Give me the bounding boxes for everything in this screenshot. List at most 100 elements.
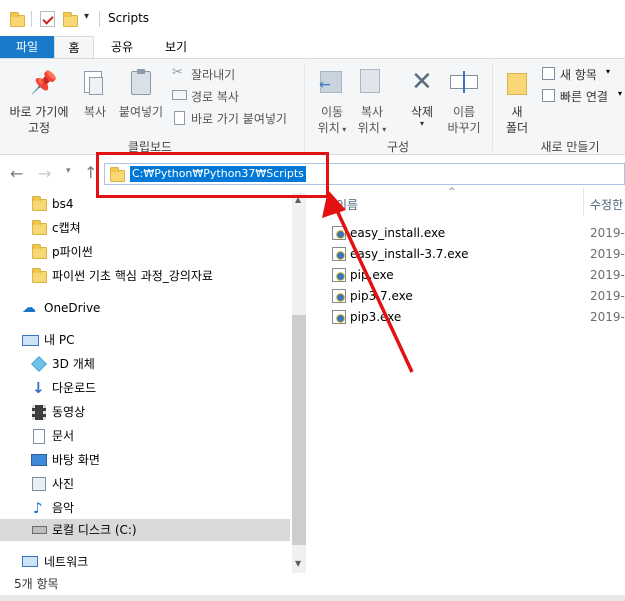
pin-label-line1: 바로 가기에 [9,105,69,119]
cut-button[interactable]: ✂ 잘라내기 [172,65,292,83]
annotation-arrow-head [322,190,346,218]
nav-downloads[interactable]: ↓ 다운로드 [0,377,290,399]
tab-view[interactable]: 보기 [156,36,196,58]
nav-videos[interactable]: 동영상 [0,401,290,423]
paste-shortcut-button[interactable]: 바로 가기 붙여넣기 [172,109,297,127]
column-header-modified[interactable]: 수정한 [590,196,623,213]
new-folder-label-2: 폴더 [505,121,529,135]
nav-pictures[interactable]: 사진 [0,473,290,495]
nav-quick-folder[interactable]: p파이썬 [0,241,290,263]
divider [31,11,32,27]
nav-quick-folder[interactable]: 파이썬 기초 핵심 과정_강의자료 [0,265,290,287]
move-icon: ← [319,71,342,93]
annotation-arrow [322,190,414,373]
divider [99,11,100,27]
easy-access-label: 빠른 연결 [560,90,608,104]
nav-music[interactable]: ♪ 음악 [0,497,290,519]
scroll-down-icon[interactable]: ▼ [295,559,301,568]
copy-button[interactable]: 복사 [78,61,112,137]
status-bar: 5개 항목 [0,573,625,595]
new-item-label: 새 항목 [560,68,597,82]
forward-arrow-icon[interactable]: → [38,164,51,183]
new-folder-button[interactable]: 새 폴더 [500,61,534,137]
column-divider[interactable] [583,188,584,216]
nav-quick-folder[interactable]: c캡쳐 [0,217,290,239]
delete-x-icon: ✕ [411,67,433,97]
delete-dropdown-icon[interactable]: ▾ [402,119,442,128]
recent-locations-chevron-icon[interactable]: ▾ [66,166,71,176]
explorer-window: ▾ Scripts 파일 홈 공유 보기 📌 바로 가기에 고정 복사 붙여넣기… [0,0,625,601]
nav-3d-objects[interactable]: 3D 개체 [0,353,290,375]
paste-label: 붙여넣기 [118,105,164,119]
ribbon-home: 📌 바로 가기에 고정 복사 붙여넣기 ✂ 잘라내기 경로 복사 바로 가기 붙… [0,58,625,155]
cloud-icon: ☁ [22,300,36,316]
network-icon [22,556,38,567]
pin-quick-access-button[interactable]: 📌 바로 가기에 고정 [6,61,72,137]
paste-shortcut-icon [174,111,185,125]
document-icon [33,429,45,444]
copy-to-icon [360,69,380,93]
nav-network[interactable]: 네트워크 [0,551,290,573]
item-count: 5개 항목 [14,577,59,591]
pictures-icon [32,477,46,491]
copy-path-button[interactable]: 경로 복사 [172,87,292,105]
nav-local-disk[interactable]: 로컬 디스크 (C:) [0,519,290,541]
move-to-label-1: 이동 [320,105,344,119]
properties-icon[interactable] [40,11,55,27]
music-note-icon: ♪ [33,499,43,517]
back-arrow-icon[interactable]: ← [10,164,23,183]
copy-icon [84,71,103,95]
title-bar: ▾ Scripts [0,0,625,36]
clipboard-icon [131,69,151,95]
easy-access-icon [542,89,555,102]
new-group-label: 새로 만들기 [540,140,600,154]
delete-button[interactable]: ✕ 삭제 ▾ [402,61,442,137]
new-item-button[interactable]: 새 항목 ▾ [540,65,625,83]
easy-access-dropdown-icon: ▾ [618,89,623,98]
paste-shortcut-label: 바로 가기 붙여넣기 [191,112,287,126]
rename-label-2: 바꾸기 [447,121,481,135]
new-folder-big-icon [507,73,527,95]
move-to-button[interactable]: ← 이동 위치 ▾ [312,61,352,137]
nav-this-pc[interactable]: 내 PC [0,329,290,351]
cut-label: 잘라내기 [191,68,236,82]
tab-share[interactable]: 공유 [102,36,142,58]
ribbon-tabs: 파일 홈 공유 보기 [0,36,625,58]
nav-desktop[interactable]: 바탕 화면 [0,449,290,471]
desktop-icon [31,454,47,466]
annotation-arrow-shaft [332,203,414,373]
film-icon [32,405,46,420]
rename-label-1: 이름 [452,105,476,119]
customize-dropdown-icon[interactable]: ▾ [84,11,89,22]
new-item-dropdown-icon: ▾ [606,67,611,76]
sort-ascending-icon: ^ [448,187,456,197]
nav-documents[interactable]: 문서 [0,425,290,447]
rename-button[interactable]: 이름 바꾸기 [444,61,484,137]
copy-path-icon [172,90,187,100]
tab-file[interactable]: 파일 [0,36,54,58]
annotation-highlight-box [96,152,329,198]
navigation-pane: bs4 c캡쳐 p파이썬 파이썬 기초 핵심 과정_강의자료 ☁ OneDriv… [0,193,306,573]
cube-icon [31,356,47,372]
easy-access-button[interactable]: 빠른 연결 ▾ [540,87,625,105]
tab-home[interactable]: 홈 [54,36,94,58]
new-item-icon [542,67,555,80]
paste-button[interactable]: 붙여넣기 [116,61,166,137]
organize-group-label: 구성 [386,140,410,154]
new-folder-icon[interactable] [63,12,78,27]
copy-to-button[interactable]: 복사 위치 ▾ [352,61,392,137]
divider [304,63,305,151]
copy-to-label-2: 위치 ▾ [357,121,387,135]
download-icon: ↓ [32,379,45,397]
copy-path-label: 경로 복사 [191,90,239,104]
divider [492,63,493,151]
drive-icon [32,526,47,534]
pin-icon: 📌 [30,71,58,96]
copy-label: 복사 [83,105,107,119]
computer-icon [22,335,39,346]
window-title: Scripts [108,11,150,25]
rename-icon [450,71,478,93]
delete-label: 삭제 [410,105,434,119]
nav-onedrive[interactable]: ☁ OneDrive [0,297,290,319]
pin-label-line2: 고정 [27,121,51,135]
